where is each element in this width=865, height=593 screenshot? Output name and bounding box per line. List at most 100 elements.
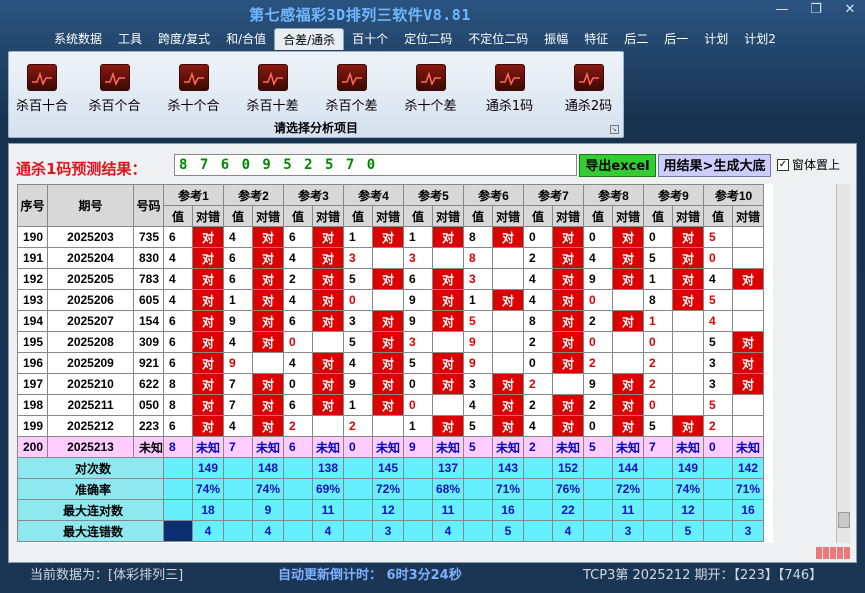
table-row[interactable]: 191 2025204 830 4 对 6 对 4 对 3 3 8 2 对 4 对 5 对 0 — [17, 247, 765, 269]
menu-item-6[interactable]: 百十个 — [344, 28, 396, 50]
summary-value: 3 — [612, 520, 645, 542]
value-cell: 1 — [463, 289, 494, 311]
summary-blank — [583, 499, 614, 521]
ribbon-button-8[interactable]: 通杀2码 — [549, 64, 628, 114]
table-row[interactable]: 193 2025206 605 4 对 1 对 4 对 0 9 对 1 对 4 对 0 8 对 5 — [17, 289, 765, 311]
topmost-checkbox[interactable]: ✓ 窗体置上 — [777, 156, 840, 173]
seq-cell: 199 — [17, 415, 48, 437]
value-cell: 0 — [343, 289, 374, 311]
table-row[interactable]: 198 2025211 050 8 对 7 对 6 对 1 对 0 4 对 2 对 2 对 0 5 — [17, 394, 765, 416]
prediction-result-field[interactable]: 8 7 6 0 9 5 2 5 7 0 — [174, 154, 577, 176]
vertical-scrollbar[interactable] — [836, 184, 850, 543]
menu-item-14[interactable]: 计划2 — [736, 28, 784, 50]
menu-item-2[interactable]: 工具 — [110, 28, 150, 50]
menu-item-1[interactable]: 系统数据 — [46, 28, 110, 50]
value-cell: 4 — [223, 331, 254, 353]
hit-cell: 对 — [552, 226, 585, 248]
hit-cell: 对 — [192, 331, 225, 353]
hit-header: 对错 — [612, 205, 645, 227]
value-cell: 1 — [403, 415, 434, 437]
hit-cell: 对 — [612, 394, 645, 416]
menu-item-5[interactable]: 合差/通杀 — [274, 28, 345, 50]
ribbon-button-label: 杀百十合 — [15, 99, 68, 114]
hit-cell: 对 — [492, 226, 525, 248]
ribbon-button-label: 杀十个差 — [404, 99, 457, 114]
period-cell: 2025210 — [47, 373, 134, 395]
value-cell: 0 — [283, 331, 314, 353]
chart-icon — [415, 64, 446, 91]
summary-value: 5 — [492, 520, 525, 542]
generate-base-button[interactable]: 用结果>生成大底 — [658, 154, 771, 177]
value-cell: 1 — [643, 310, 674, 332]
hit-cell: 对 — [252, 247, 285, 269]
hit-cell: 对 — [432, 289, 465, 311]
menu-item-11[interactable]: 后二 — [616, 28, 656, 50]
table-row[interactable]: 192 2025205 783 4 对 6 对 2 对 5 对 6 对 3 4 对 9 对 1 对 4 对 — [17, 268, 765, 290]
table-row[interactable]: 196 2025209 921 6 对 9 4 对 4 对 5 对 9 0 对 2 2 3 对 — [17, 352, 765, 374]
menu-item-4[interactable]: 和/合值 — [218, 28, 274, 50]
ribbon-button-3[interactable]: 杀十个合 — [154, 64, 233, 114]
miss-cell — [672, 394, 705, 416]
value-cell: 5 — [703, 394, 734, 416]
summary-blank — [223, 520, 254, 542]
hit-cell: 对 — [732, 373, 765, 395]
value-cell: 5 — [583, 436, 614, 458]
summary-blank — [283, 499, 314, 521]
col-seq-header: 序号 — [17, 184, 48, 227]
table-row[interactable]: 194 2025207 154 6 对 9 对 6 对 3 对 9 对 5 8 对 2 对 1 4 — [17, 310, 765, 332]
menu-item-7[interactable]: 定位二码 — [396, 28, 460, 50]
table-row[interactable]: 197 2025210 622 8 对 7 对 0 对 9 对 0 对 3 对 2 9 对 2 3 对 — [17, 373, 765, 395]
ribbon-button-7[interactable]: 通杀1码 — [470, 64, 549, 114]
menu-item-10[interactable]: 特征 — [576, 28, 616, 50]
checkbox-checked-icon[interactable]: ✓ — [777, 158, 789, 171]
summary-blank — [463, 478, 494, 500]
ribbon-button-label: 通杀2码 — [564, 99, 613, 114]
table-row[interactable]: 199 2025212 223 6 对 4 对 2 2 1 对 5 对 4 对 0 对 5 对 2 — [17, 415, 765, 437]
hit-cell: 对 — [312, 226, 345, 248]
summary-blank — [283, 457, 314, 479]
pending-row[interactable]: 200 2025213 未知 8 未知 7 未知 6 未知 0 未知 9 未知 5 未知 2 未知 5 未知 7 未知 0… — [17, 436, 765, 458]
table-row[interactable]: 190 2025203 735 6 对 4 对 6 对 1 对 1 对 8 对 0 对 0 对 0 对 5 — [17, 226, 765, 248]
miss-cell — [312, 415, 345, 437]
value-cell: 4 — [343, 352, 374, 374]
menu-item-8[interactable]: 不定位二码 — [460, 28, 536, 50]
menu-item-13[interactable]: 计划 — [696, 28, 736, 50]
value-cell: 7 — [643, 436, 674, 458]
ribbon-button-4[interactable]: 杀百十差 — [233, 64, 312, 114]
miss-cell — [492, 352, 525, 374]
summary-blank — [643, 478, 674, 500]
value-cell: 6 — [283, 436, 314, 458]
hit-cell: 对 — [372, 310, 405, 332]
value-cell: 8 — [163, 394, 194, 416]
miss-cell — [732, 415, 765, 437]
summary-blank — [703, 520, 734, 542]
summary-blank — [583, 478, 614, 500]
menu-item-12[interactable]: 后一 — [656, 28, 696, 50]
maximize-button[interactable]: ❐ — [805, 2, 827, 17]
pending-cell: 未知 — [552, 436, 585, 458]
table-row[interactable]: 195 2025208 309 6 对 4 对 0 5 对 3 9 2 对 0 0 5 对 — [17, 331, 765, 353]
chart-icon — [178, 64, 209, 91]
value-cell: 6 — [283, 310, 314, 332]
ribbon-button-1[interactable]: 杀百十合 — [9, 64, 75, 114]
ribbon-button-5[interactable]: 杀百个差 — [312, 64, 391, 114]
scrollbar-thumb[interactable] — [838, 512, 850, 528]
minimize-button[interactable]: — — [771, 2, 793, 17]
export-excel-button[interactable]: 导出excel — [579, 154, 656, 177]
period-cell: 2025212 — [47, 415, 134, 437]
value-cell: 6 — [283, 394, 314, 416]
miss-cell — [732, 289, 765, 311]
summary-blank — [223, 478, 254, 500]
hit-cell: 对 — [612, 415, 645, 437]
close-button[interactable]: ✕ — [839, 2, 861, 17]
menu-item-9[interactable]: 振幅 — [536, 28, 576, 50]
ribbon-button-2[interactable]: 杀百个合 — [75, 64, 154, 114]
ribbon-button-label: 通杀1码 — [485, 99, 534, 114]
hit-header: 对错 — [312, 205, 345, 227]
ribbon-button-6[interactable]: 杀十个差 — [391, 64, 470, 114]
value-cell: 4 — [283, 247, 314, 269]
menu-item-3[interactable]: 跨度/复式 — [150, 28, 218, 50]
value-cell: 9 — [463, 352, 494, 374]
value-cell: 0 — [703, 247, 734, 269]
dialog-launcher-icon[interactable]: ↘ — [610, 125, 619, 134]
